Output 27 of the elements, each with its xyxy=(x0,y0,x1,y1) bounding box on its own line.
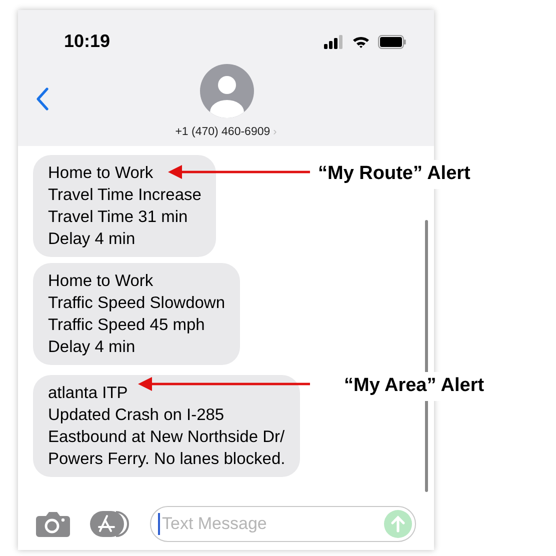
contact-number[interactable]: +1 (470) 460-6909 xyxy=(175,124,270,142)
chevron-icon: › xyxy=(273,124,277,141)
message-line: Updated Crash on I-285 xyxy=(48,405,224,426)
message-line: Home to Work xyxy=(48,271,154,292)
message-line: Traffic Speed Slowdown xyxy=(48,293,226,314)
camera-icon[interactable] xyxy=(36,510,70,538)
message-line: Travel Time 31 min xyxy=(48,207,188,228)
battery-icon xyxy=(378,34,406,48)
message-line: atlanta ITP xyxy=(48,383,128,404)
avatar-icon xyxy=(200,64,254,118)
message-field[interactable]: Text Message xyxy=(150,506,416,542)
message-line: Traffic Speed 45 mph xyxy=(48,315,205,336)
annotation-label: “My Area” Alert xyxy=(344,372,484,400)
message-line: Delay 4 min xyxy=(48,337,136,358)
back-button[interactable] xyxy=(34,86,50,112)
back-icon xyxy=(34,86,50,112)
app-store-icon[interactable] xyxy=(90,511,130,537)
signal-icon xyxy=(324,34,344,48)
text-cursor xyxy=(158,513,160,535)
annotation-label: “My Route” Alert xyxy=(318,160,470,188)
message-line: Delay 4 min xyxy=(48,229,136,250)
status-time: 10:19 xyxy=(64,30,110,53)
message-line: Travel Time Increase xyxy=(48,185,202,206)
message-line: Home to Work xyxy=(48,163,154,184)
wifi-icon xyxy=(352,34,370,48)
message-line: Powers Ferry. No lanes blocked. xyxy=(48,449,286,470)
message-line: Eastbound at New Northside Dr/ xyxy=(48,427,285,448)
